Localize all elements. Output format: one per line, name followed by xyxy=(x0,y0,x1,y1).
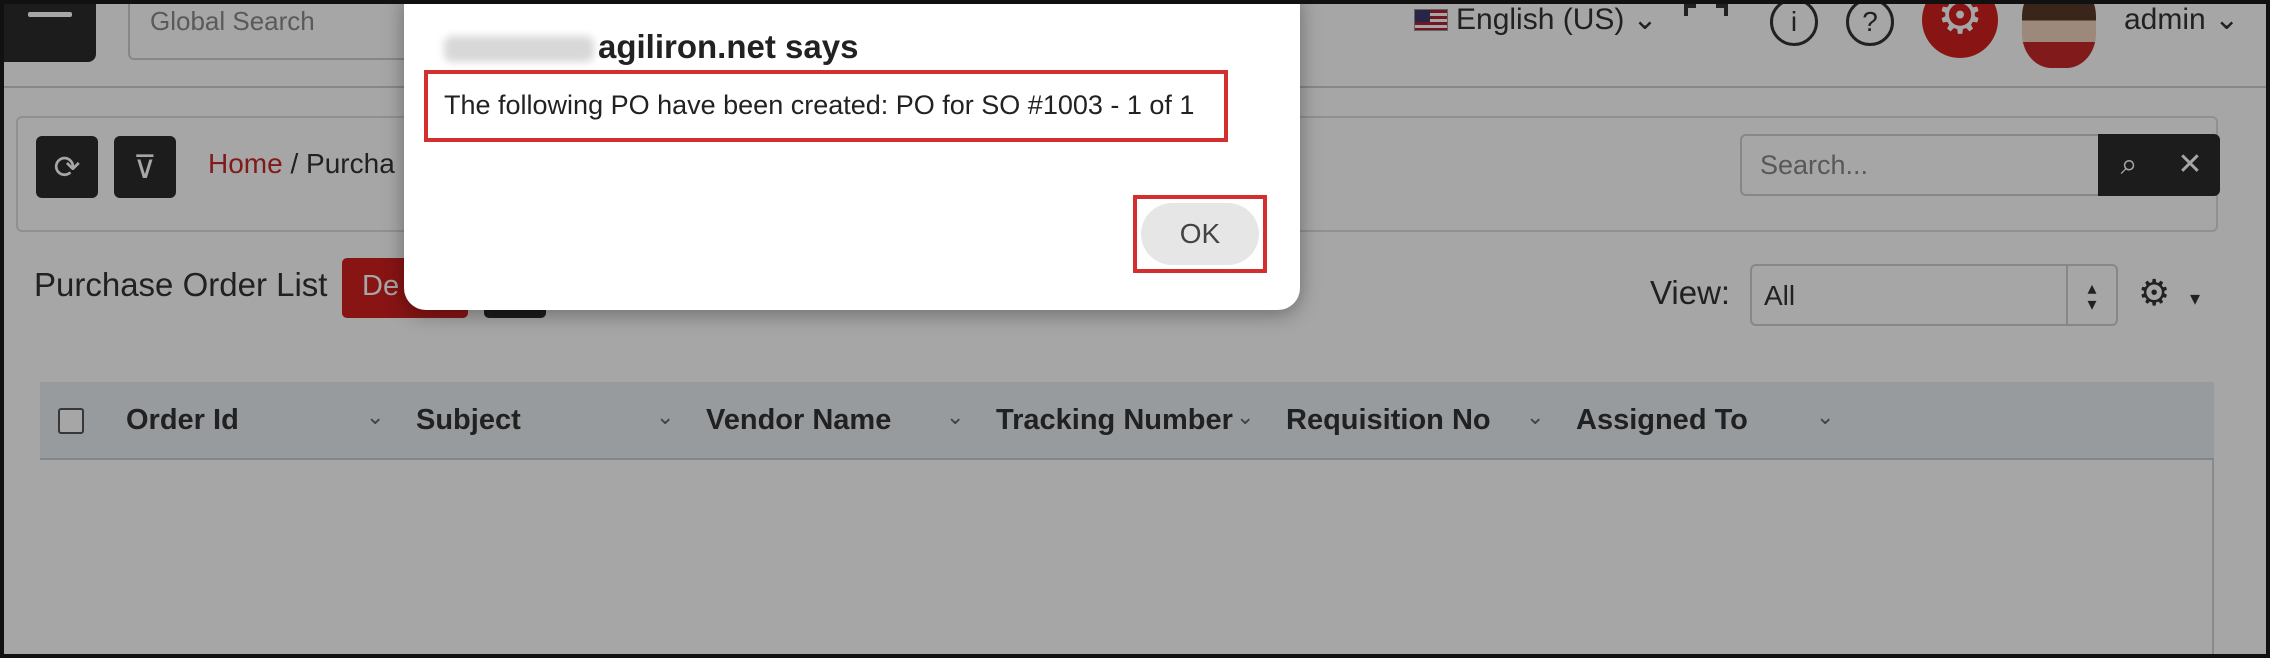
dialog-title-text: agiliron.net says xyxy=(598,28,859,65)
app-frame: Global Search English (US) ⌄ i ? admin ⌄… xyxy=(0,0,2270,658)
ok-button[interactable]: OK xyxy=(1141,203,1259,265)
ok-button-highlight: OK xyxy=(1133,195,1267,273)
alert-dialog: agiliron.net says The following PO have … xyxy=(404,4,1300,310)
dialog-title: agiliron.net says xyxy=(444,28,858,66)
redacted-domain xyxy=(444,36,594,63)
dialog-message: The following PO have been created: PO f… xyxy=(424,70,1228,142)
